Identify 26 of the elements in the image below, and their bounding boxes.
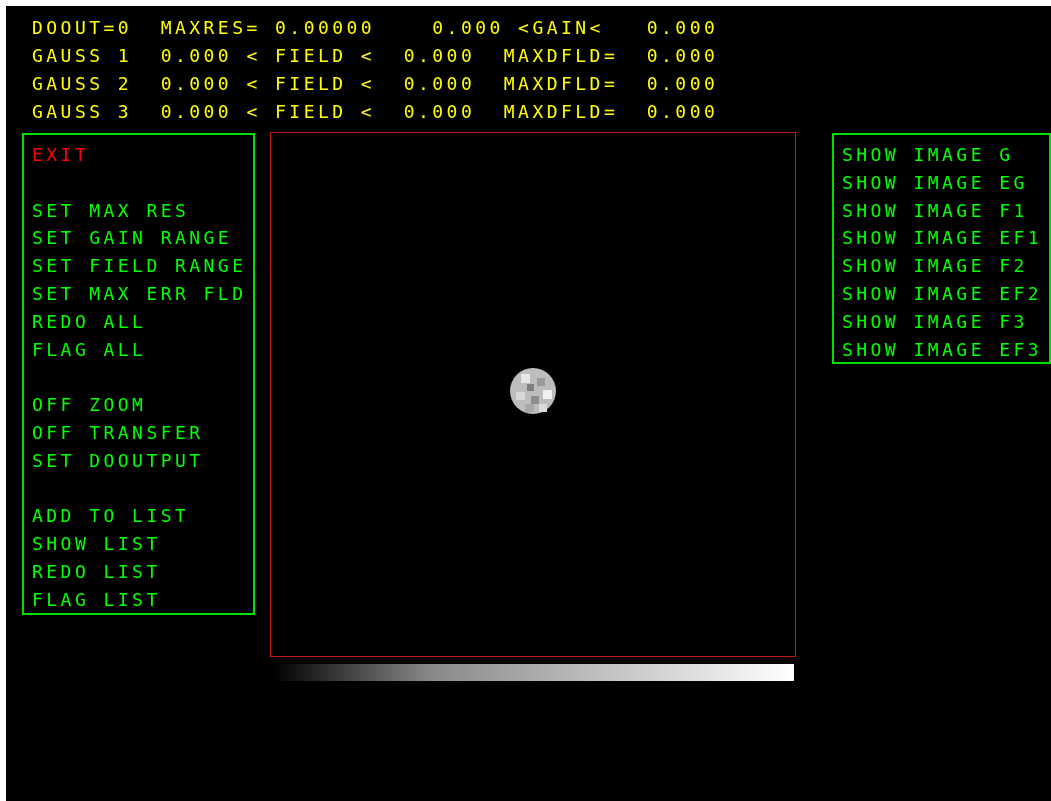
menu-item[interactable]: SET MAX RES: [32, 196, 190, 225]
menu-item[interactable]: REDO ALL: [32, 307, 147, 336]
menu-item[interactable]: OFF ZOOM: [32, 391, 147, 419]
status-line: DOOUT=0 MAXRES= 0.00000 0.000 <GAIN< 0.000: [32, 16, 719, 40]
menu-item[interactable]: SET MAX ERR FLD: [32, 280, 247, 308]
menu-item[interactable]: REDO LIST: [32, 557, 161, 586]
menu-item[interactable]: SHOW IMAGE F1: [841, 196, 1028, 225]
menu-item[interactable]: EXIT: [32, 141, 90, 169]
menu-item[interactable]: SHOW IMAGE EF2: [841, 280, 1043, 308]
menu-item[interactable]: SHOW IMAGE EF1: [841, 224, 1043, 253]
menu-item[interactable]: FLAG ALL: [32, 335, 147, 364]
menu-item[interactable]: SHOW IMAGE F2: [841, 252, 1028, 280]
status-line: GAUSS 1 0.000 < FIELD < 0.000 MAXDFLD= 0.000: [32, 44, 719, 68]
menu-item[interactable]: SHOW LIST: [32, 530, 161, 558]
menu-item[interactable]: SHOW IMAGE EF3: [841, 335, 1043, 364]
status-line: GAUSS 2 0.000 < FIELD < 0.000 MAXDFLD= 0.000: [32, 72, 719, 96]
menu-item[interactable]: FLAG LIST: [32, 585, 161, 614]
menu-item[interactable]: SHOW IMAGE EG: [841, 168, 1028, 197]
status-line: GAUSS 3 0.000 < FIELD < 0.000 MAXDFLD= 0.000: [32, 100, 719, 124]
menu-item[interactable]: SHOW IMAGE G: [841, 141, 1014, 169]
menu-item[interactable]: SHOW IMAGE F3: [841, 307, 1028, 336]
menu-item[interactable]: SET GAIN RANGE: [32, 224, 233, 253]
menu-item[interactable]: SET DOOUTPUT: [32, 446, 204, 475]
menu-item[interactable]: SET FIELD RANGE: [32, 252, 247, 280]
menu-item[interactable]: OFF TRANSFER: [32, 418, 204, 447]
menu-item[interactable]: ADD TO LIST: [32, 502, 190, 531]
